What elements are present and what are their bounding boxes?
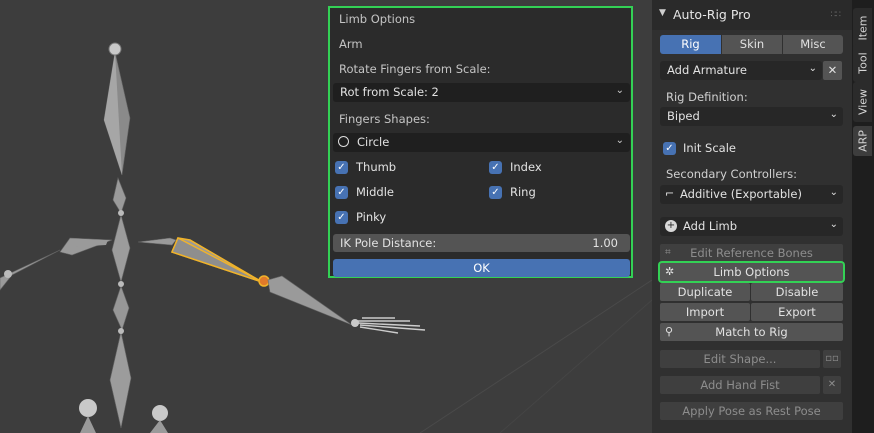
auto-rig-pro-panel: ▼ Auto-Rig Pro ∷∷ Rig Skin Misc Add Arma… — [652, 0, 852, 433]
ok-button[interactable]: OK — [333, 259, 630, 277]
drag-grip-icon[interactable]: ∷∷ — [831, 10, 842, 20]
chevron-down-icon: ⌄ — [829, 109, 838, 120]
checkmark-icon: ✓ — [335, 211, 348, 224]
tab-skin[interactable]: Skin — [722, 35, 782, 54]
checkmark-icon: ✓ — [335, 161, 348, 174]
tab-view[interactable]: View — [853, 82, 872, 122]
ik-pole-distance-field[interactable]: IK Pole Distance: 1.00 — [333, 234, 630, 252]
gear-icon: ✲ — [665, 265, 675, 278]
tab-tool[interactable]: Tool — [853, 44, 872, 82]
close-icon[interactable]: ✕ — [823, 376, 841, 394]
edit-reference-bones-button[interactable]: ⌗ Edit Reference Bones — [660, 244, 843, 262]
sidebar-tabs: Item Tool View ARP — [852, 0, 874, 433]
export-button[interactable]: Export — [751, 303, 843, 321]
curve-icon: ⌐ — [665, 187, 675, 200]
panel-header[interactable]: ▼ Auto-Rig Pro ∷∷ — [652, 0, 852, 30]
tab-arp[interactable]: ARP — [853, 126, 872, 156]
ik-pole-distance-label: IK Pole Distance: — [340, 236, 437, 250]
tab-misc[interactable]: Misc — [783, 35, 843, 54]
apply-pose-as-rest-pose-button[interactable]: Apply Pose as Rest Pose — [660, 402, 843, 420]
add-limb-dropdown[interactable]: + Add Limb ⌄ — [660, 217, 843, 236]
duplicate-button[interactable]: Duplicate — [660, 283, 750, 301]
limb-type-label: Arm — [339, 37, 363, 51]
rig-definition-label: Rig Definition: — [666, 90, 748, 104]
checkmark-icon: ✓ — [489, 161, 502, 174]
limb-options-button[interactable]: ✲ Limb Options — [660, 263, 843, 281]
limb-options-popup: Limb Options Arm Rotate Fingers from Sca… — [328, 6, 633, 278]
checkmark-icon: ✓ — [489, 186, 502, 199]
tab-rig[interactable]: Rig — [660, 35, 721, 54]
chevron-down-icon: ⌄ — [829, 187, 838, 198]
bone-spine — [111, 213, 131, 284]
bones-icon: ⌗ — [665, 247, 671, 258]
import-button[interactable]: Import — [660, 303, 750, 321]
chevron-down-icon: ⌄ — [615, 135, 624, 146]
fingers-shapes-label: Fingers Shapes: — [339, 112, 430, 126]
add-armature-dropdown[interactable]: Add Armature ⌄ — [660, 61, 822, 80]
rot-from-scale-value: Rot from Scale: 2 — [340, 85, 439, 99]
finger-shape-dropdown[interactable]: Circle ⌄ — [333, 133, 630, 152]
add-hand-fist-button[interactable]: Add Hand Fist — [660, 376, 820, 394]
figure-icon: ⚲ — [665, 325, 674, 338]
disable-button[interactable]: Disable — [751, 283, 843, 301]
chevron-down-icon: ⌄ — [615, 85, 624, 96]
rot-from-scale-dropdown[interactable]: Rot from Scale: 2 ⌄ — [333, 83, 630, 102]
finger-bones — [357, 317, 426, 334]
checkmark-icon: ✓ — [335, 186, 348, 199]
plus-circle-icon: + — [665, 220, 677, 232]
head-joint — [108, 42, 122, 56]
chevron-down-icon: ⌄ — [808, 63, 817, 74]
rotate-fingers-label: Rotate Fingers from Scale: — [339, 62, 491, 76]
secondary-controllers-label: Secondary Controllers: — [666, 167, 797, 181]
collapse-triangle-icon: ▼ — [659, 8, 666, 18]
bone-forearm — [267, 275, 353, 326]
close-icon[interactable]: ✕ — [823, 61, 842, 80]
circle-icon — [338, 136, 349, 147]
edit-shape-button[interactable]: Edit Shape... — [660, 350, 820, 368]
finger-shape-value: Circle — [357, 135, 390, 149]
tab-item[interactable]: Item — [853, 8, 872, 48]
secondary-controllers-dropdown[interactable]: ⌐ Additive (Exportable) ⌄ — [660, 185, 843, 204]
shape-grid-icon[interactable]: ▫▫ — [823, 350, 841, 368]
rig-definition-dropdown[interactable]: Biped ⌄ — [660, 107, 843, 126]
ik-pole-distance-value: 1.00 — [592, 236, 618, 250]
checkmark-icon: ✓ — [663, 142, 676, 155]
popup-title: Limb Options — [339, 12, 416, 26]
match-to-rig-button[interactable]: ⚲ Match to Rig — [660, 323, 843, 341]
chevron-down-icon: ⌄ — [829, 219, 838, 230]
panel-title: Auto-Rig Pro — [673, 7, 751, 22]
